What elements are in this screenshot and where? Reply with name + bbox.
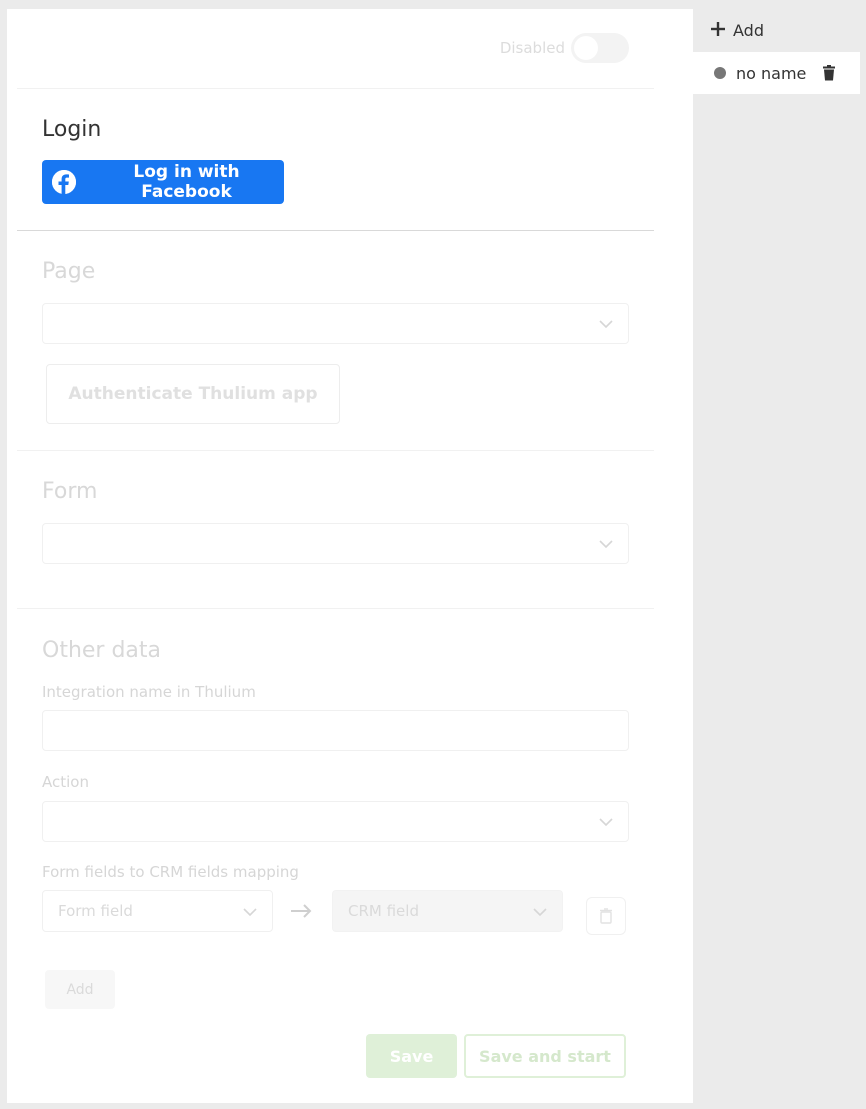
integration-name-label: Integration name in Thulium xyxy=(42,683,256,701)
add-integration-button[interactable]: Add xyxy=(693,9,860,51)
chevron-down-icon xyxy=(533,908,547,917)
page-title: Page xyxy=(42,259,96,284)
form-select[interactable] xyxy=(42,523,629,564)
other-data-title: Other data xyxy=(42,638,162,663)
integration-name-input[interactable] xyxy=(42,710,629,751)
chevron-down-icon xyxy=(599,818,613,827)
integration-form-panel: Disabled Login Log in with Facebook Page… xyxy=(7,9,693,1103)
sidebar-item[interactable]: no name xyxy=(693,52,860,94)
crm-field-placeholder: CRM field xyxy=(348,902,419,920)
status-toggle-row: Disabled xyxy=(500,33,629,63)
enabled-toggle[interactable] xyxy=(571,33,629,63)
mapping-label: Form fields to CRM fields mapping xyxy=(42,863,299,881)
chevron-down-icon xyxy=(599,320,613,329)
facebook-button-label: Log in with Facebook xyxy=(133,162,240,202)
save-button[interactable]: Save xyxy=(366,1034,457,1078)
toggle-label: Disabled xyxy=(499,39,565,57)
delete-mapping-button[interactable] xyxy=(586,897,626,935)
divider xyxy=(17,450,654,451)
add-mapping-button[interactable]: Add xyxy=(45,970,115,1009)
integrations-sidebar: Add no name xyxy=(693,9,866,1109)
plus-icon xyxy=(711,19,725,41)
facebook-icon xyxy=(52,170,76,194)
sidebar-item-label: no name xyxy=(736,63,807,83)
trash-icon xyxy=(600,908,612,924)
toggle-knob xyxy=(574,36,598,60)
form-field-select[interactable]: Form field xyxy=(42,890,273,932)
action-select[interactable] xyxy=(42,801,629,842)
form-title: Form xyxy=(42,479,98,504)
action-label: Action xyxy=(42,773,89,791)
trash-icon xyxy=(823,65,836,81)
add-integration-label: Add xyxy=(733,20,764,40)
divider xyxy=(17,88,654,89)
authenticate-app-button[interactable]: Authenticate Thulium app xyxy=(46,364,340,424)
page-select[interactable] xyxy=(42,303,629,344)
save-and-start-button[interactable]: Save and start xyxy=(464,1034,626,1078)
divider xyxy=(17,608,654,609)
status-dot-icon xyxy=(714,67,726,79)
crm-field-select[interactable]: CRM field xyxy=(332,890,563,932)
arrow-right-icon xyxy=(291,904,312,918)
chevron-down-icon xyxy=(599,540,613,549)
form-field-placeholder: Form field xyxy=(58,902,133,920)
divider xyxy=(17,230,654,231)
delete-integration-button[interactable] xyxy=(822,65,836,81)
login-title: Login xyxy=(42,117,102,142)
chevron-down-icon xyxy=(243,908,257,917)
facebook-login-button[interactable]: Log in with Facebook xyxy=(42,160,284,204)
